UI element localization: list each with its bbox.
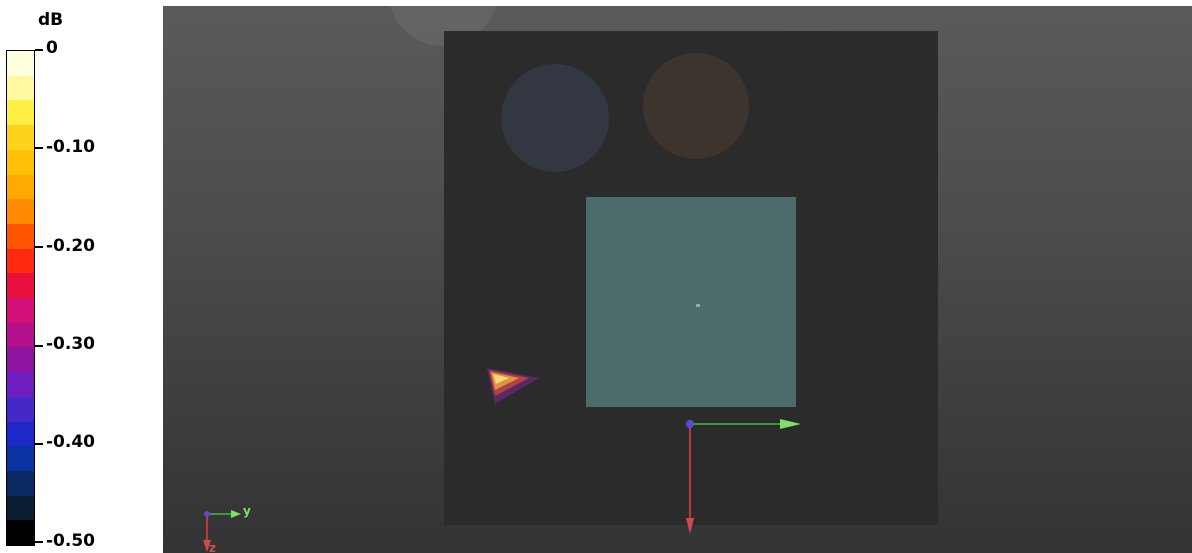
legend-tick <box>35 49 43 51</box>
legend-color-band <box>7 372 34 397</box>
legend-color-band <box>7 51 34 76</box>
legend-color-band <box>7 248 34 274</box>
selected-plate[interactable] <box>586 197 796 407</box>
legend-color-band <box>7 396 34 422</box>
legend-color-band <box>7 322 34 348</box>
3d-viewport[interactable]: y z <box>163 6 1192 553</box>
legend-tick <box>35 246 43 248</box>
legend-label-0-40: -0.40 <box>46 432 95 452</box>
legend-color-band <box>7 421 34 447</box>
triad-z-label: z <box>209 541 216 553</box>
triad-y-label: y <box>243 504 251 518</box>
legend-color-band <box>7 520 34 546</box>
legend-color-band <box>7 174 34 200</box>
legend-color-band <box>7 446 34 471</box>
legend-label-0-20: -0.20 <box>46 236 95 256</box>
legend-label-0-30: -0.30 <box>46 334 95 354</box>
legend-color-band <box>7 100 34 126</box>
legend-color-band <box>7 75 34 101</box>
legend-color-band <box>7 223 34 249</box>
legend-color-band <box>7 298 34 323</box>
legend-tick <box>35 541 43 543</box>
legend-tick <box>35 443 43 445</box>
radiation-pattern-marker[interactable] <box>481 362 545 408</box>
legend-color-band <box>7 199 34 224</box>
legend-tick <box>35 345 43 347</box>
plate-center-marker <box>696 304 700 307</box>
local-axes-gizmo <box>686 419 801 534</box>
legend-color-band <box>7 149 34 175</box>
legend-label-0-50: -0.50 <box>46 531 95 551</box>
legend-color-bar <box>6 50 35 546</box>
legend-unit-label: dB <box>38 10 64 30</box>
legend-label-0: 0 <box>46 38 58 58</box>
legend-color-band <box>7 273 34 299</box>
legend-label-0-10: -0.10 <box>46 137 95 157</box>
circular-element-orange[interactable] <box>643 53 749 159</box>
legend-color-band <box>7 470 34 496</box>
legend-color-band <box>7 125 34 150</box>
legend-color-band <box>7 347 34 373</box>
circular-element-blue[interactable] <box>501 64 609 172</box>
legend-tick <box>35 147 43 149</box>
legend-color-band <box>7 495 34 521</box>
color-scale-legend: dB 0 -0.10 -0.20 -0.30 -0.40 -0.50 <box>0 0 160 553</box>
